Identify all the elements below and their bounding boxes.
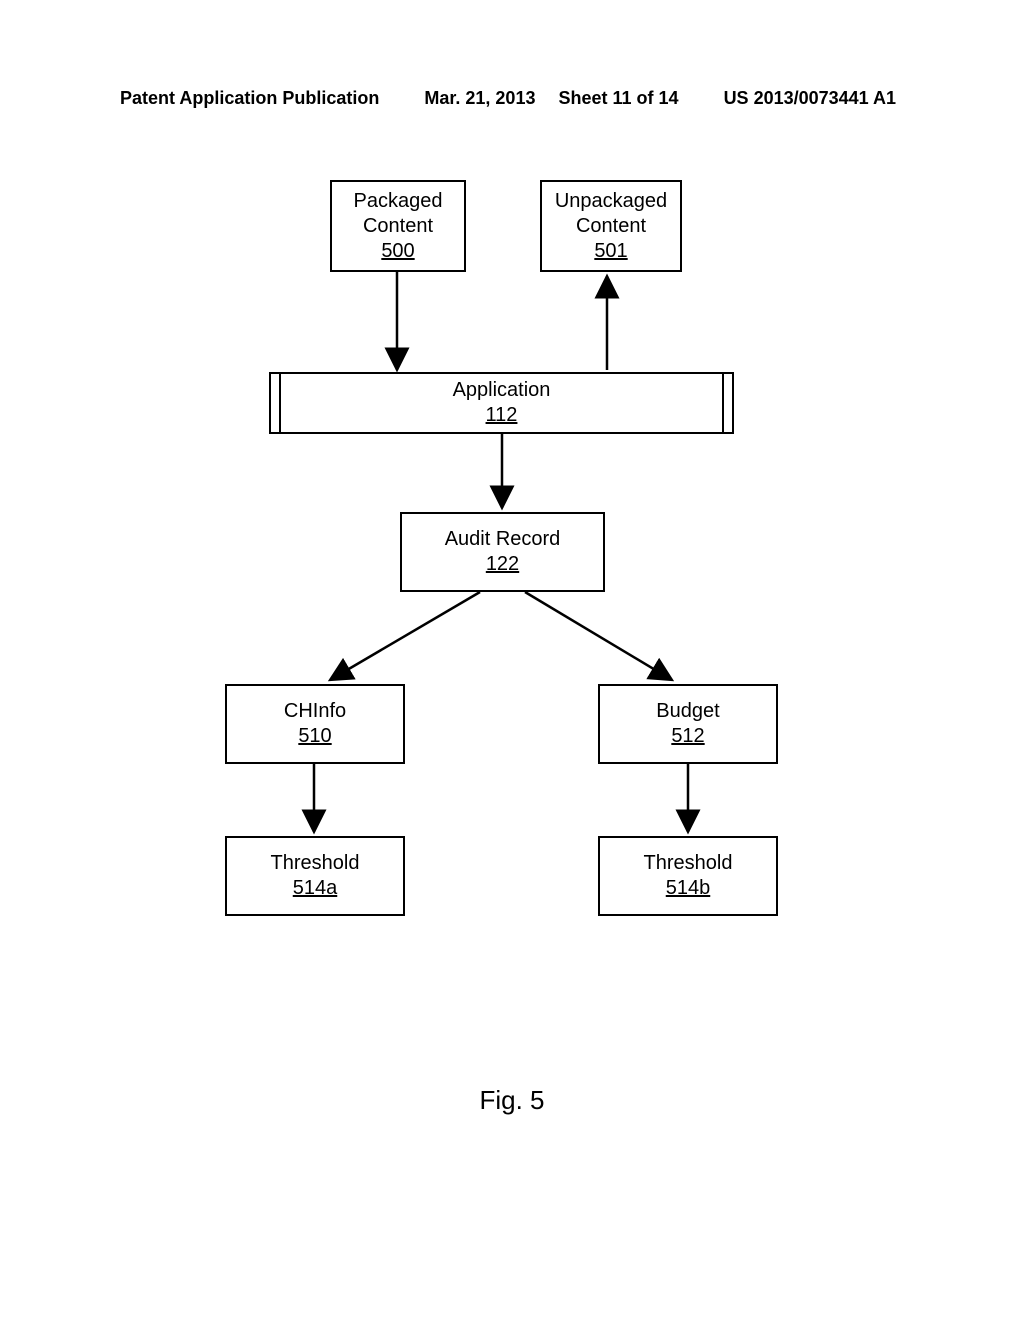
box-ref: 122 [486, 552, 519, 577]
box-audit-record: Audit Record 122 [400, 512, 605, 592]
box-label: Budget [656, 699, 719, 724]
header-date: Mar. 21, 2013 [424, 88, 535, 109]
box-packaged-content: Packaged Content 500 [330, 180, 466, 272]
box-label: Unpackaged Content [542, 189, 680, 239]
box-ref: 514a [293, 876, 338, 901]
box-ref: 501 [594, 239, 627, 264]
box-budget: Budget 512 [598, 684, 778, 764]
diagram-connectors [0, 0, 1024, 1320]
box-label: CHInfo [284, 699, 346, 724]
box-label: Threshold [644, 851, 733, 876]
header-pub-number: US 2013/0073441 A1 [724, 88, 896, 109]
box-chinfo: CHInfo 510 [225, 684, 405, 764]
header-publication-type: Patent Application Publication [120, 88, 379, 109]
figure-label: Fig. 5 [0, 1085, 1024, 1116]
header-sheet: Sheet 11 of 14 [558, 88, 678, 109]
box-threshold-a: Threshold 514a [225, 836, 405, 916]
box-ref: 512 [671, 724, 704, 749]
box-unpackaged-content: Unpackaged Content 501 [540, 180, 682, 272]
box-label: Packaged Content [332, 189, 464, 239]
box-ref: 514b [666, 876, 711, 901]
box-label: Audit Record [445, 527, 561, 552]
box-label: Threshold [271, 851, 360, 876]
box-ref: 510 [298, 724, 331, 749]
box-label: Application [453, 378, 551, 403]
box-application: Application 112 [269, 372, 734, 434]
box-threshold-b: Threshold 514b [598, 836, 778, 916]
page-header: Patent Application Publication Mar. 21, … [0, 88, 1024, 109]
box-ref: 500 [381, 239, 414, 264]
box-ref: 112 [486, 403, 518, 428]
